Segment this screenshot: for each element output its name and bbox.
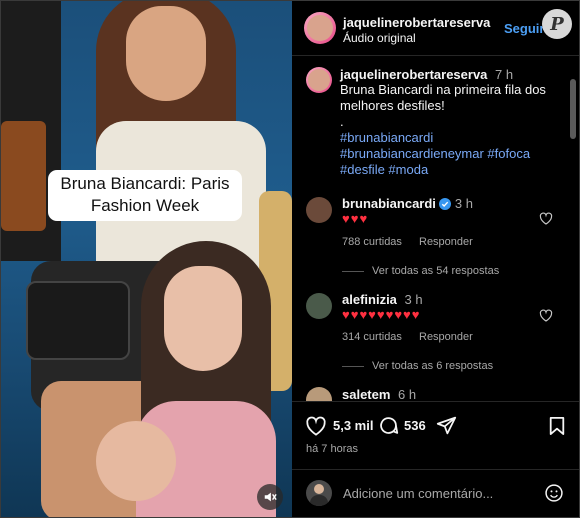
commenter-avatar[interactable] [306,197,332,223]
caption-line-1: Bruna Biancardi: Paris [60,174,230,193]
author-avatar-small[interactable] [306,67,332,93]
background-bag [1,121,46,231]
commenter-username[interactable]: alefinizia [342,292,397,307]
scrollbar-thumb[interactable] [570,79,576,139]
comment-time: 3 h [454,196,473,211]
comment-time: 6 h [398,387,417,401]
post-panel: jaquelinerobertareserva Áudio original S… [292,1,579,517]
comment-bubble-icon[interactable] [378,415,399,436]
comment-likes[interactable]: 314 curtidas [342,331,402,343]
action-bar: 5,3 mil 536 há 7 horas [292,401,579,470]
presenter-face [164,266,242,371]
caption-text-3: . [340,114,344,129]
video-caption: Bruna Biancardi: Paris Fashion Week [48,170,242,221]
replies-divider [342,365,364,367]
post-username[interactable]: jaquelinerobertareserva [340,67,487,82]
commenter-avatar[interactable] [306,293,332,319]
comments-list[interactable]: jaquelinerobertareserva 7 h Bruna Bianca… [292,56,579,401]
post-time: 7 h [495,67,514,82]
comment-time: 3 h [404,292,423,307]
posted-ago: há 7 horas [306,443,358,455]
comment-meta: 788 curtidas Responder [342,236,487,248]
follow-button[interactable]: Seguir [504,21,544,36]
replies-divider [342,270,364,272]
comment-meta: 314 curtidas Responder [342,331,487,343]
emoji-icon[interactable] [544,483,564,503]
presenter-hand [96,421,176,501]
likes-count[interactable]: 5,3 mil [333,418,373,433]
comment-text: ♥♥♥ [342,211,369,226]
add-comment-bar: Adicione um comentário... [292,469,579,517]
save-bookmark-icon[interactable] [548,416,566,436]
verified-badge-icon [438,197,451,210]
view-replies-label[interactable]: Ver todas as 54 respostas [372,265,499,277]
comments-scrollbar[interactable] [570,59,576,389]
share-icon[interactable] [436,415,457,436]
view-replies-label[interactable]: Ver todas as 6 respostas [372,360,493,372]
view-replies-button[interactable]: Ver todas as 6 respostas [342,360,493,372]
post-caption: Bruna Biancardi na primeira fila dos mel… [340,82,570,178]
reply-button[interactable]: Responder [419,331,473,343]
brand-logo-icon: P [542,9,572,39]
caption-text-1: Bruna Biancardi na primeira fila dos [340,82,546,97]
comment-like-icon[interactable] [539,309,553,322]
author-username[interactable]: jaquelinerobertareserva [343,15,490,30]
comment-input[interactable]: Adicione um comentário... [343,486,493,501]
audio-label[interactable]: Áudio original [343,31,416,45]
comments-count[interactable]: 536 [404,418,426,433]
hashtag-line-1[interactable]: #brunabiancardi [340,130,570,146]
comment-likes[interactable]: 788 curtidas [342,236,402,248]
view-replies-button[interactable]: Ver todas as 54 respostas [342,265,499,277]
model-face [126,6,206,101]
caption-text-2: melhores desfiles! [340,98,445,113]
comment-like-icon[interactable] [539,212,553,225]
like-icon[interactable] [305,416,327,436]
hashtag-line-3[interactable]: #desfile #moda [340,162,570,178]
comment-text: ♥♥♥♥♥♥♥♥♥ [342,307,421,322]
author-avatar[interactable] [304,12,336,44]
reel-viewer: Bruna Biancardi: Paris Fashion Week jaqu… [0,0,580,518]
current-user-avatar [306,480,332,506]
video-player[interactable]: Bruna Biancardi: Paris Fashion Week [1,1,292,517]
commenter-username[interactable]: saletem [342,387,390,401]
speaker-muted-icon [264,492,277,502]
caption-line-2: Fashion Week [90,196,200,215]
reply-button[interactable]: Responder [419,236,473,248]
post-header: jaquelinerobertareserva Áudio original S… [292,1,579,56]
hashtag-line-2[interactable]: #brunabiancardieneymar #fofoca [340,146,570,162]
commenter-username[interactable]: brunabiancardi [342,196,436,211]
mute-button[interactable] [257,484,283,510]
commenter-avatar[interactable] [306,387,332,401]
handbag [26,281,130,360]
